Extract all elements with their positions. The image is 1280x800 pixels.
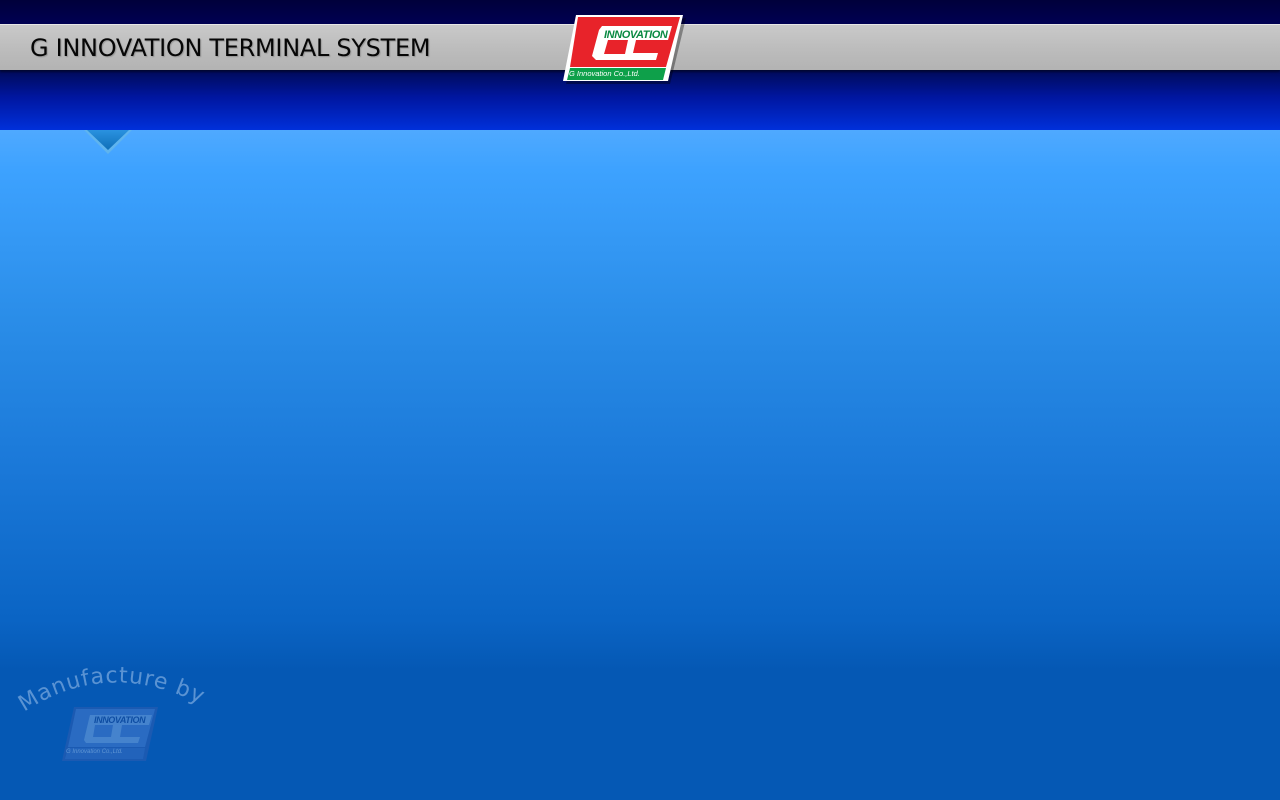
manufacturer-watermark: Manufacture by INNOVATION G Innovation C…: [14, 652, 244, 770]
company-logo: INNOVATION G Innovation Co.,Ltd.: [562, 14, 686, 86]
watermark-brand-word: INNOVATION: [94, 715, 146, 725]
app-title: G INNOVATION TERMINAL SYSTEM: [30, 34, 431, 62]
watermark-company-name: G Innovation Co.,Ltd.: [66, 749, 123, 755]
triangle-down-icon: [84, 130, 132, 154]
logo-company-name: G Innovation Co.,Ltd.: [569, 69, 640, 78]
logo-brand-word: INNOVATION: [604, 29, 668, 41]
terminal-screen: G INNOVATION TERMINAL SYSTEM INNOVATION …: [0, 0, 1280, 800]
menu-dropdown-toggle[interactable]: [84, 130, 132, 154]
